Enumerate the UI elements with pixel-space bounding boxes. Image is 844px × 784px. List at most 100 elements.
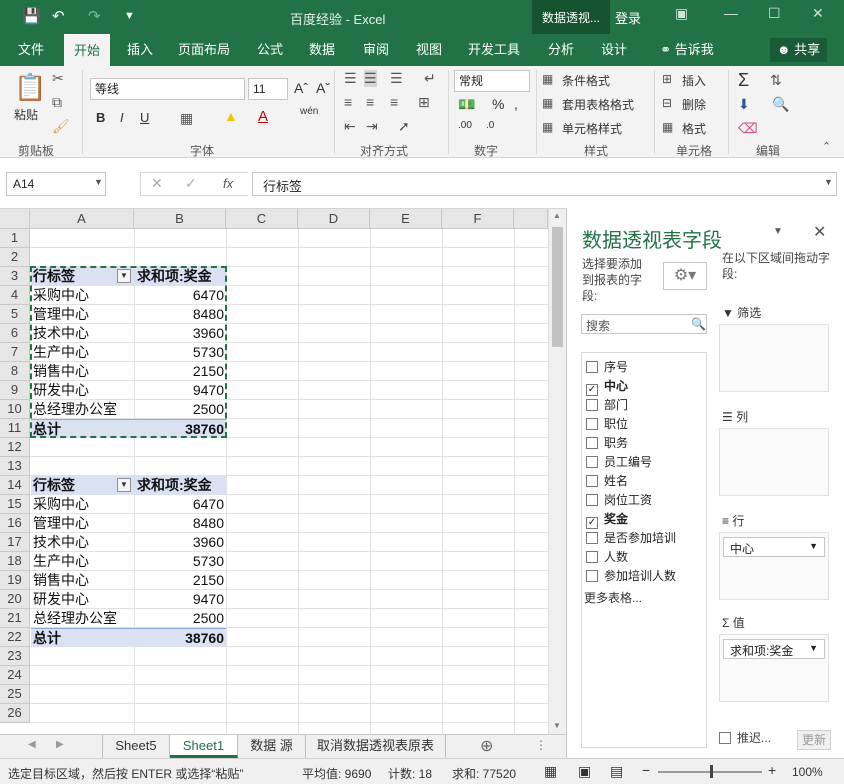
find-select-icon[interactable]: 🔍: [772, 96, 789, 113]
orientation-icon[interactable]: ➚: [398, 118, 410, 135]
zoom-in-icon[interactable]: +: [768, 762, 776, 778]
enter-icon[interactable]: ✓: [185, 175, 197, 192]
align-right-icon[interactable]: ≡: [390, 94, 398, 110]
row-header[interactable]: 24: [0, 666, 30, 685]
table-format-button[interactable]: 套用表格格式: [562, 96, 634, 113]
row-item-dropdown-icon[interactable]: ▼: [809, 541, 818, 551]
defer-update-checkbox[interactable]: [719, 732, 731, 744]
tab-developer[interactable]: 开发工具: [462, 34, 526, 66]
pivot2-filter-dropdown-icon[interactable]: ▼: [117, 478, 131, 492]
autosum-icon[interactable]: Σ: [738, 70, 749, 91]
tab-analyze[interactable]: 分析: [539, 34, 583, 66]
decrease-indent-icon[interactable]: ⇤: [344, 118, 356, 135]
accounting-format-icon[interactable]: 💵: [458, 96, 475, 113]
conditional-format-button[interactable]: 条件格式: [562, 72, 610, 89]
tab-view[interactable]: 视图: [407, 34, 451, 66]
prev-sheet-icon[interactable]: ◀: [28, 739, 36, 750]
grow-font-icon[interactable]: Aˆ: [294, 80, 308, 96]
pivot2-total-value[interactable]: 38760: [134, 628, 226, 647]
tab-page-layout[interactable]: 页面布局: [172, 34, 236, 66]
vertical-scrollbar[interactable]: ▲ ▼: [548, 209, 566, 735]
checkbox-icon[interactable]: [586, 456, 598, 468]
field-item[interactable]: 部门: [586, 397, 628, 415]
checkbox-checked-icon[interactable]: ✓: [586, 384, 598, 396]
tab-review[interactable]: 审阅: [354, 34, 398, 66]
cancel-icon[interactable]: ✕: [151, 175, 163, 192]
column-header-c[interactable]: C: [226, 209, 298, 229]
format-painter-icon[interactable]: 🖌: [52, 118, 70, 135]
align-middle-icon[interactable]: ☰: [364, 70, 377, 87]
increase-decimal-icon[interactable]: .00: [458, 120, 472, 131]
new-sheet-icon[interactable]: ⊕: [480, 736, 493, 756]
rows-area-box[interactable]: 中心 ▼: [719, 532, 829, 600]
sheet-tab-cancel-pivot[interactable]: 取消数据透视表原表: [306, 735, 446, 758]
name-box-dropdown-icon[interactable]: ▼: [94, 177, 103, 187]
decrease-decimal-icon[interactable]: .0: [486, 120, 494, 131]
delete-cells-button[interactable]: 删除: [682, 96, 706, 113]
tab-data[interactable]: 数据: [300, 34, 344, 66]
pivot2-row-value[interactable]: 8480: [134, 514, 226, 533]
sheet-tab-data-source[interactable]: 数据 源: [238, 735, 306, 758]
font-name-box[interactable]: 等线: [90, 78, 245, 100]
pivot2-header-value[interactable]: 求和项:奖金: [134, 476, 226, 495]
tab-split-icon[interactable]: ⋮: [535, 738, 547, 752]
tab-insert[interactable]: 插入: [118, 34, 162, 66]
row-header[interactable]: 7: [0, 343, 30, 362]
align-center-icon[interactable]: ≡: [366, 94, 374, 110]
page-break-view-icon[interactable]: ▤: [610, 763, 623, 780]
row-header[interactable]: 23: [0, 647, 30, 666]
cut-icon[interactable]: ✂: [52, 70, 64, 87]
expand-formula-icon[interactable]: ▼: [824, 177, 833, 187]
row-header[interactable]: 21: [0, 609, 30, 628]
merge-center-icon[interactable]: ⊞: [418, 94, 430, 111]
update-button[interactable]: 更新: [797, 730, 831, 750]
checkbox-icon[interactable]: [586, 570, 598, 582]
row-header[interactable]: 18: [0, 552, 30, 571]
row-header[interactable]: 25: [0, 685, 30, 704]
column-header-f[interactable]: F: [442, 209, 514, 229]
row-header[interactable]: 3: [0, 267, 30, 286]
share-button[interactable]: ☻ 共享: [770, 38, 827, 62]
font-color-icon[interactable]: A: [258, 108, 268, 125]
field-search-input[interactable]: 搜索: [581, 314, 707, 334]
row-header[interactable]: 26: [0, 704, 30, 723]
formula-input[interactable]: 行标签: [252, 172, 837, 196]
sheet-tab-sheet5[interactable]: Sheet5: [102, 735, 170, 758]
next-sheet-icon[interactable]: ▶: [56, 739, 64, 750]
field-item[interactable]: ✓ 中心: [586, 378, 628, 396]
percent-icon[interactable]: %: [492, 96, 504, 112]
pivot2-row-label[interactable]: 管理中心: [31, 514, 134, 533]
field-item[interactable]: 职位: [586, 416, 628, 434]
pivot2-row-value[interactable]: 3960: [134, 533, 226, 552]
checkbox-icon[interactable]: [586, 532, 598, 544]
paste-button[interactable]: 粘贴: [14, 106, 38, 123]
row-header[interactable]: 16: [0, 514, 30, 533]
value-item-dropdown-icon[interactable]: ▼: [809, 643, 818, 653]
fill-icon[interactable]: ⬇: [738, 96, 750, 113]
checkbox-icon[interactable]: [586, 418, 598, 430]
row-header[interactable]: 11: [0, 419, 30, 438]
borders-icon[interactable]: ▦: [180, 110, 193, 127]
scroll-down-icon[interactable]: ▼: [553, 721, 561, 730]
format-cells-button[interactable]: 格式: [682, 120, 706, 137]
customize-toolbar-icon[interactable]: ▼: [124, 10, 135, 22]
row-header[interactable]: 1: [0, 229, 30, 248]
row-header[interactable]: 9: [0, 381, 30, 400]
copy-icon[interactable]: ⧉: [52, 94, 62, 111]
field-item[interactable]: 序号: [586, 359, 628, 377]
bold-icon[interactable]: B: [96, 110, 105, 125]
phonetic-icon[interactable]: wén: [300, 106, 318, 117]
checkbox-icon[interactable]: [586, 437, 598, 449]
pivot2-row-value[interactable]: 5730: [134, 552, 226, 571]
cell-style-button[interactable]: 单元格样式: [562, 120, 622, 137]
pivot2-row-value[interactable]: 2150: [134, 571, 226, 590]
filter-area-box[interactable]: [719, 324, 829, 392]
checkbox-icon[interactable]: [586, 399, 598, 411]
row-header[interactable]: 22: [0, 628, 30, 647]
row-header[interactable]: 8: [0, 362, 30, 381]
underline-icon[interactable]: U: [140, 110, 149, 125]
row-header[interactable]: 6: [0, 324, 30, 343]
field-item[interactable]: 姓名: [586, 473, 628, 491]
pane-options-icon[interactable]: ▼: [773, 226, 783, 237]
checkbox-icon[interactable]: [586, 551, 598, 563]
